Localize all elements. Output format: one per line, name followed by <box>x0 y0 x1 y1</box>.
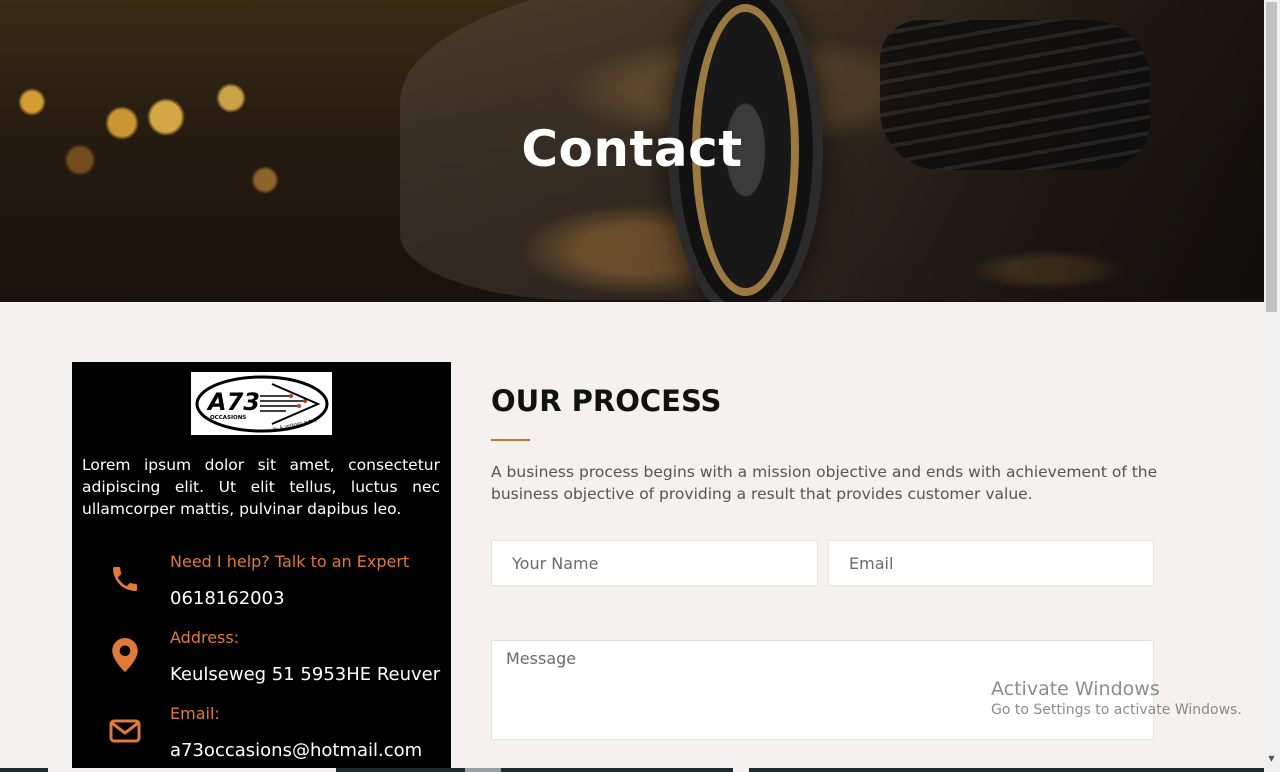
map-pin-icon <box>108 638 142 672</box>
email-label: Email: <box>170 704 220 723</box>
page-title: Contact <box>521 120 743 178</box>
footer-edge-gap <box>733 768 749 772</box>
envelope-icon <box>108 714 142 748</box>
watermark-subtitle: Go to Settings to activate Windows. <box>991 702 1242 718</box>
hero-banner: Contact <box>0 0 1264 302</box>
process-heading: OUR PROCESS <box>491 384 722 418</box>
footer-edge-segment <box>465 768 501 772</box>
email-input[interactable] <box>828 540 1154 586</box>
svg-text:A73: A73 <box>206 388 260 416</box>
address-label: Address: <box>170 628 240 647</box>
logo-graphic: A73 OCCASIONS in- & verkoop auto's <box>195 375 328 432</box>
scroll-down-arrow-icon[interactable]: ▼ <box>1266 752 1277 766</box>
phone-icon <box>108 562 142 596</box>
svg-text:in- & verkoop auto's: in- & verkoop auto's <box>272 417 318 432</box>
card-description: Lorem ipsum dolor sit amet, consectetur … <box>82 456 440 518</box>
address-value: Keulseweg 51 5953HE Reuver <box>170 664 441 685</box>
name-input[interactable] <box>491 540 818 586</box>
windows-activation-watermark: Activate Windows Go to Settings to activ… <box>991 678 1242 718</box>
email-link[interactable]: a73occasions@hotmail.com <box>170 740 422 761</box>
process-description: A business process begins with a mission… <box>491 463 1158 503</box>
company-logo: A73 OCCASIONS in- & verkoop auto's <box>191 372 332 435</box>
phone-number[interactable]: 0618162003 <box>170 588 285 609</box>
footer-edge-gap <box>48 768 336 772</box>
contact-info-card: A73 OCCASIONS in- & verkoop auto's Lorem… <box>72 362 451 772</box>
heading-underline <box>491 439 530 441</box>
watermark-title: Activate Windows <box>991 678 1160 700</box>
phone-label: Need I help? Talk to an Expert <box>170 552 410 571</box>
svg-text:OCCASIONS: OCCASIONS <box>210 415 246 421</box>
scrollbar-thumb[interactable] <box>1266 2 1277 312</box>
